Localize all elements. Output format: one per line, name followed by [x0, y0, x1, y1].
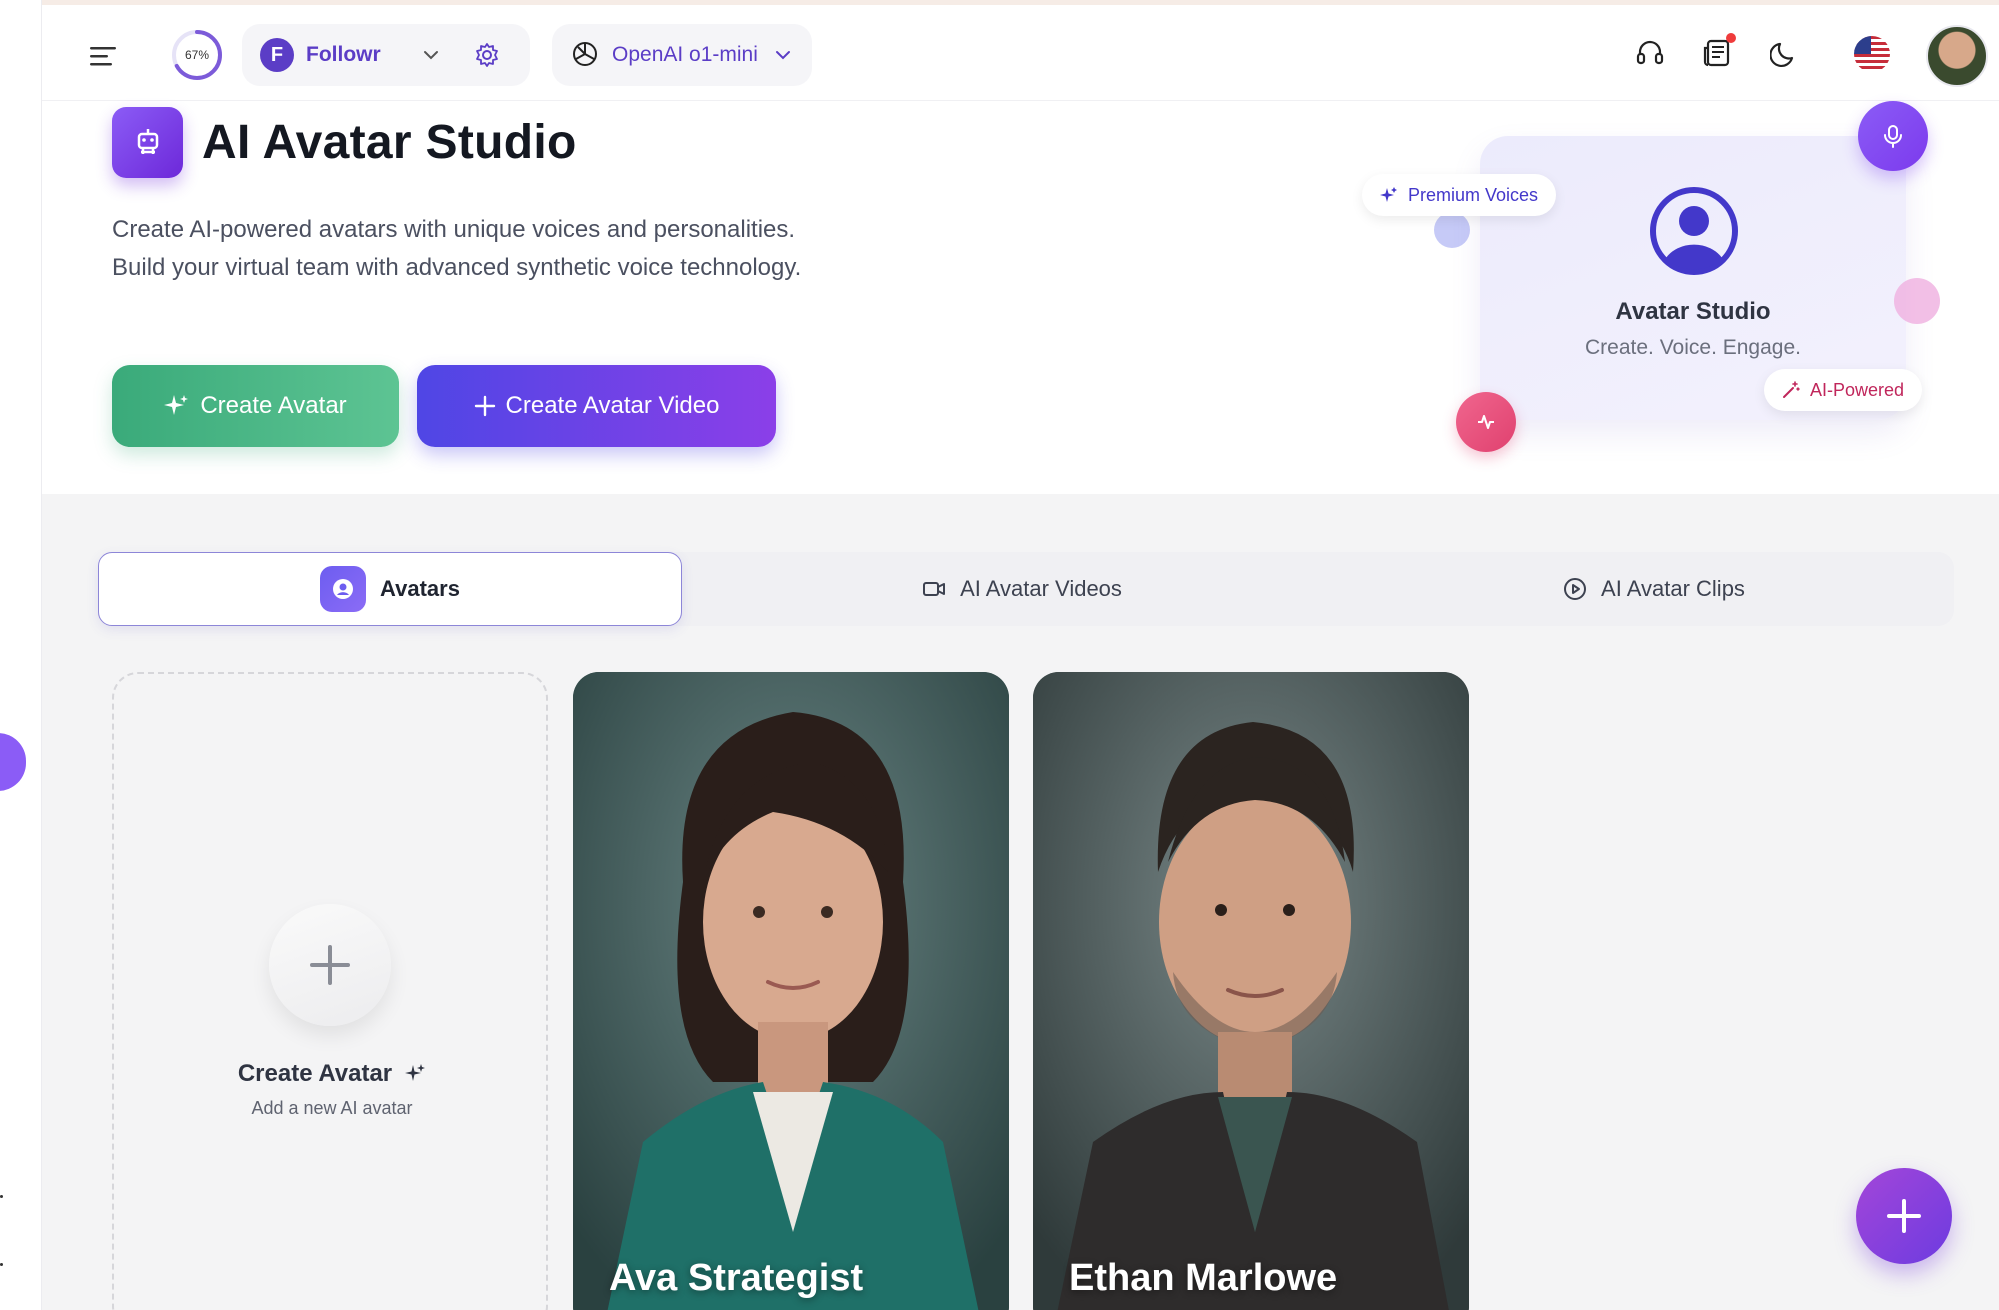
microphone-button[interactable]	[1858, 101, 1928, 171]
workspace-name: Followr	[306, 43, 381, 66]
moon-icon[interactable]	[1765, 33, 1805, 73]
left-rail	[0, 0, 42, 1310]
plus-icon	[1887, 1199, 1921, 1233]
create-avatar-card[interactable]: Create Avatar Add a new AI avatar	[112, 672, 548, 1310]
chevron-down-icon[interactable]	[774, 46, 792, 69]
rail-dot	[0, 1195, 3, 1198]
sparkle-icon	[1380, 187, 1397, 202]
decorative-bubble	[1894, 278, 1940, 324]
waveform-icon	[1478, 415, 1494, 429]
model-selector[interactable]: OpenAI o1-mini	[552, 24, 812, 86]
chevron-down-icon[interactable]	[422, 46, 440, 69]
avatar-portrait	[1033, 672, 1469, 1310]
page: 67% F Followr OpenAI o1-mini AI Avatar S…	[0, 0, 1999, 1310]
tab-bar: Avatars AI Avatar Videos AI Avatar Clips	[98, 552, 1954, 626]
premium-voices-chip: Premium Voices	[1362, 174, 1557, 216]
create-avatar-video-label: Create Avatar Video	[505, 392, 720, 419]
video-camera-icon	[923, 582, 946, 596]
ai-powered-chip: AI-Powered	[1764, 369, 1923, 411]
avatar-card-ava-strategist[interactable]: Ava Strategist	[573, 672, 1009, 1310]
add-fab-button[interactable]	[1856, 1168, 1952, 1264]
tab-label: Avatars	[380, 576, 460, 601]
user-circle-icon	[1649, 186, 1739, 281]
us-flag-icon[interactable]	[1854, 36, 1890, 72]
tab-label: AI Avatar Clips	[1601, 576, 1745, 601]
tab-label: AI Avatar Videos	[960, 576, 1122, 601]
tab-avatars[interactable]: Avatars	[98, 552, 682, 626]
avatar-name: Ava Strategist	[609, 1257, 864, 1299]
top-header: 67% F Followr OpenAI o1-mini	[42, 5, 1999, 101]
avatar-portrait	[573, 672, 1009, 1310]
studio-card-subtitle: Create. Voice. Engage.	[1585, 336, 1801, 359]
news-icon[interactable]	[1698, 33, 1738, 73]
notification-dot	[1726, 33, 1736, 43]
decorative-bubble	[1434, 212, 1470, 248]
magic-wand-icon	[1783, 381, 1800, 398]
create-avatar-card-subtitle: Add a new AI avatar	[251, 1098, 413, 1118]
workspace-selector[interactable]: F Followr	[242, 24, 530, 86]
ai-powered-label: AI-Powered	[1810, 379, 1905, 400]
create-avatar-label: Create Avatar	[200, 392, 347, 419]
page-description: Create AI-powered avatars with unique vo…	[112, 216, 802, 281]
robot-icon	[112, 107, 183, 178]
microphone-icon	[1884, 125, 1902, 148]
plus-icon	[474, 395, 495, 417]
waveform-button[interactable]	[1456, 392, 1516, 452]
create-avatar-card-title: Create Avatar	[114, 1060, 550, 1088]
page-title: AI Avatar Studio	[202, 116, 577, 169]
hero-section: AI Avatar Studio Create AI-powered avata…	[42, 101, 1999, 494]
tab-ai-avatar-videos[interactable]: AI Avatar Videos	[730, 552, 1314, 626]
create-avatar-button[interactable]: Create Avatar	[112, 365, 399, 447]
user-circle-icon	[320, 566, 367, 612]
gear-icon[interactable]	[474, 42, 500, 73]
rail-dot	[0, 1263, 3, 1266]
workspace-avatar: F	[260, 38, 294, 72]
main-content: Avatars AI Avatar Videos AI Avatar Clips…	[42, 494, 1999, 1310]
openai-icon	[570, 39, 600, 74]
progress-label: 67%	[184, 48, 210, 62]
premium-voices-label: Premium Voices	[1408, 184, 1539, 205]
plus-icon[interactable]	[269, 904, 391, 1026]
usage-progress-ring[interactable]: 67%	[170, 28, 224, 82]
avatar-name: Ethan Marlowe	[1069, 1257, 1338, 1299]
create-avatar-title-text: Create Avatar	[237, 1060, 393, 1087]
play-circle-icon	[1564, 578, 1587, 600]
menu-icon[interactable]	[82, 35, 124, 77]
create-avatar-video-button[interactable]: Create Avatar Video	[417, 365, 776, 447]
headset-icon[interactable]	[1630, 33, 1670, 73]
tab-ai-avatar-clips[interactable]: AI Avatar Clips	[1362, 552, 1946, 626]
sparkle-icon	[164, 395, 189, 415]
model-name: OpenAI o1-mini	[612, 43, 758, 66]
user-avatar[interactable]	[1926, 25, 1988, 87]
sparkle-icon	[405, 1064, 426, 1081]
avatar-card-ethan-marlowe[interactable]: Ethan Marlowe	[1033, 672, 1469, 1310]
studio-card-title: Avatar Studio	[1615, 298, 1771, 325]
